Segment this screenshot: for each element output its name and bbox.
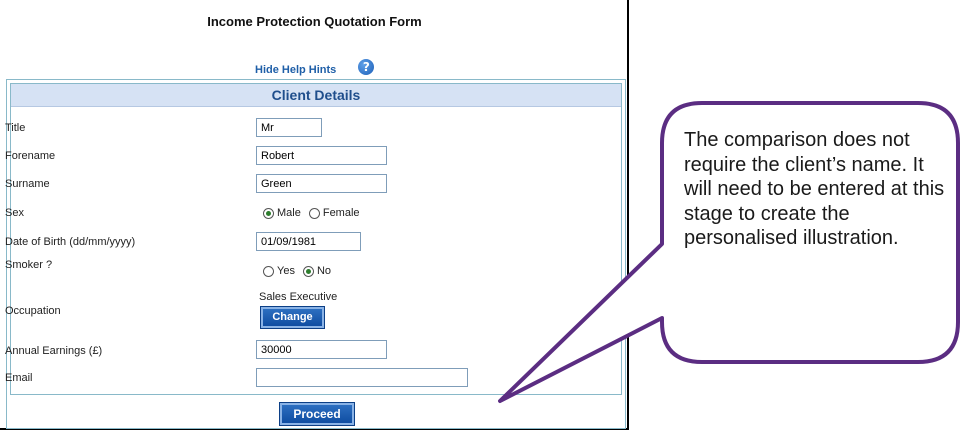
- dob-label: Date of Birth (dd/mm/yyyy): [5, 236, 136, 248]
- help-icon[interactable]: ?: [358, 59, 375, 75]
- form-title: Income Protection Quotation Form: [207, 14, 422, 29]
- smoker-no-radio[interactable]: [302, 265, 314, 277]
- smoker-radio-group: Yes No: [263, 265, 339, 277]
- title-label: Title: [5, 122, 26, 134]
- surname-field[interactable]: [256, 174, 387, 193]
- smoker-no-label: No: [316, 265, 332, 277]
- section-title: Client Details: [11, 84, 621, 107]
- help-row: Hide Help Hints ?: [255, 56, 375, 78]
- title-field[interactable]: [256, 118, 322, 137]
- sex-radio-group: Male Female: [263, 207, 368, 219]
- forename-label: Forename: [5, 150, 56, 162]
- forename-field[interactable]: [256, 146, 387, 165]
- smoker-label: Smoker ?: [5, 259, 53, 271]
- sex-male-radio[interactable]: [263, 207, 274, 219]
- email-field[interactable]: [256, 368, 468, 387]
- occupation-label: Occupation: [5, 305, 61, 317]
- callout-text: The comparison does not require the clie…: [684, 129, 945, 249]
- change-occupation-button[interactable]: Change: [261, 307, 324, 328]
- proceed-button[interactable]: Proceed: [280, 403, 354, 425]
- earnings-field[interactable]: [256, 340, 387, 359]
- sex-female-label: Female: [322, 207, 360, 219]
- sex-female-radio[interactable]: [308, 207, 320, 219]
- sex-label: Sex: [5, 207, 24, 219]
- sex-male-label: Male: [277, 207, 301, 219]
- smoker-yes-label: Yes: [277, 265, 295, 277]
- email-label: Email: [5, 372, 33, 384]
- earnings-label: Annual Earnings (£): [5, 345, 103, 357]
- hide-help-hints-link[interactable]: Hide Help Hints: [255, 64, 336, 76]
- occupation-value: Sales Executive: [259, 291, 338, 303]
- smoker-yes-radio[interactable]: [263, 265, 274, 277]
- dob-field[interactable]: [256, 232, 361, 251]
- surname-label: Surname: [5, 178, 50, 190]
